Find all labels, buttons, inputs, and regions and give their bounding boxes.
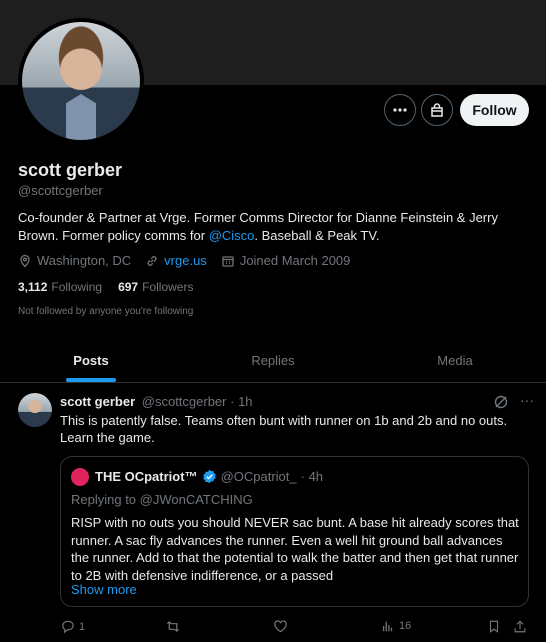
quote-header: THE OCpatriot™ @OCpatriot_ · 4h bbox=[95, 469, 323, 484]
bio-text-suffix: . Baseball & Peak TV. bbox=[254, 228, 380, 243]
tweet-text: This is patently false. Teams often bunt… bbox=[60, 413, 508, 445]
following-link[interactable]: 3,112 Following bbox=[18, 280, 102, 294]
quote-avatar[interactable] bbox=[71, 468, 89, 486]
reply-icon bbox=[62, 620, 74, 634]
calendar-icon bbox=[222, 255, 234, 267]
reply-button[interactable]: 1 bbox=[60, 619, 85, 634]
grok-icon bbox=[494, 395, 508, 409]
profile-meta: Washington, DC vrge.us Joined March 2009 bbox=[18, 253, 358, 268]
more-options-button[interactable] bbox=[384, 94, 416, 126]
link-icon bbox=[147, 255, 157, 266]
follow-stats: 3,112 Following 697 Followers bbox=[18, 280, 193, 294]
joined-text: Joined March 2009 bbox=[239, 253, 351, 268]
quote-time: · 4h bbox=[300, 469, 324, 484]
bio-mention-link[interactable]: @Cisco bbox=[209, 228, 255, 243]
share-icon bbox=[514, 620, 526, 633]
bookmark-icon bbox=[489, 620, 499, 633]
quoted-tweet[interactable]: THE OCpatriot™ @OCpatriot_ · 4h Replying… bbox=[60, 456, 529, 607]
tweet-actions: 1 16 bbox=[60, 619, 530, 637]
quote-author-name: THE OCpatriot™ bbox=[95, 469, 198, 484]
profile-bio: Co-founder & Partner at Vrge. Former Com… bbox=[18, 209, 518, 245]
heart-icon bbox=[274, 620, 287, 633]
not-followed-note: Not followed by anyone you're following bbox=[18, 306, 194, 317]
views-button[interactable]: 16 bbox=[381, 619, 411, 633]
tweet-time[interactable]: · 1h bbox=[230, 394, 252, 409]
profile-handle: @scottcgerber bbox=[18, 183, 103, 198]
follow-button[interactable]: Follow bbox=[460, 94, 529, 126]
repost-icon bbox=[166, 620, 180, 633]
show-more-link[interactable]: Show more bbox=[71, 582, 137, 597]
website-link[interactable]: vrge.us bbox=[164, 253, 207, 268]
verified-badge-icon bbox=[202, 469, 216, 484]
location-text: Washington, DC bbox=[37, 253, 132, 268]
profile-tabs: Posts Replies Media bbox=[0, 340, 546, 383]
like-button[interactable] bbox=[273, 619, 288, 634]
reply-count: 1 bbox=[79, 620, 86, 633]
profile-name: scott gerber bbox=[18, 160, 123, 180]
tweet-author-name[interactable]: scott gerber bbox=[60, 394, 135, 409]
quote-replying-to: Replying to @JWonCATCHING bbox=[71, 492, 253, 507]
tweet-header: scott gerber @scottcgerber · 1h bbox=[60, 394, 253, 409]
bookmark-button[interactable] bbox=[487, 619, 501, 634]
tweet-more-icon[interactable]: ··· bbox=[520, 392, 534, 408]
tab-replies[interactable]: Replies bbox=[182, 340, 364, 382]
location-pin-icon bbox=[20, 254, 30, 267]
views-chart-icon bbox=[382, 621, 393, 632]
repost-button[interactable] bbox=[165, 619, 181, 634]
tab-media[interactable]: Media bbox=[364, 340, 546, 382]
tweet-avatar[interactable] bbox=[18, 393, 52, 427]
tab-posts[interactable]: Posts bbox=[0, 340, 182, 382]
share-button[interactable] bbox=[513, 619, 527, 634]
profile-avatar[interactable] bbox=[18, 18, 144, 144]
active-tab-indicator bbox=[66, 378, 116, 382]
followers-link[interactable]: 697 Followers bbox=[118, 280, 193, 294]
shop-bag-icon bbox=[431, 103, 443, 117]
more-horizontal-icon bbox=[393, 108, 407, 112]
tweet-author-handle[interactable]: @scottcgerber bbox=[142, 394, 227, 409]
quote-author-handle: @OCpatriot_ bbox=[220, 469, 297, 484]
quote-text: RISP with no outs you should NEVER sac b… bbox=[71, 515, 519, 583]
views-count: 16 bbox=[399, 620, 412, 632]
grok-button[interactable] bbox=[493, 394, 509, 410]
subscribe-button[interactable] bbox=[421, 94, 453, 126]
